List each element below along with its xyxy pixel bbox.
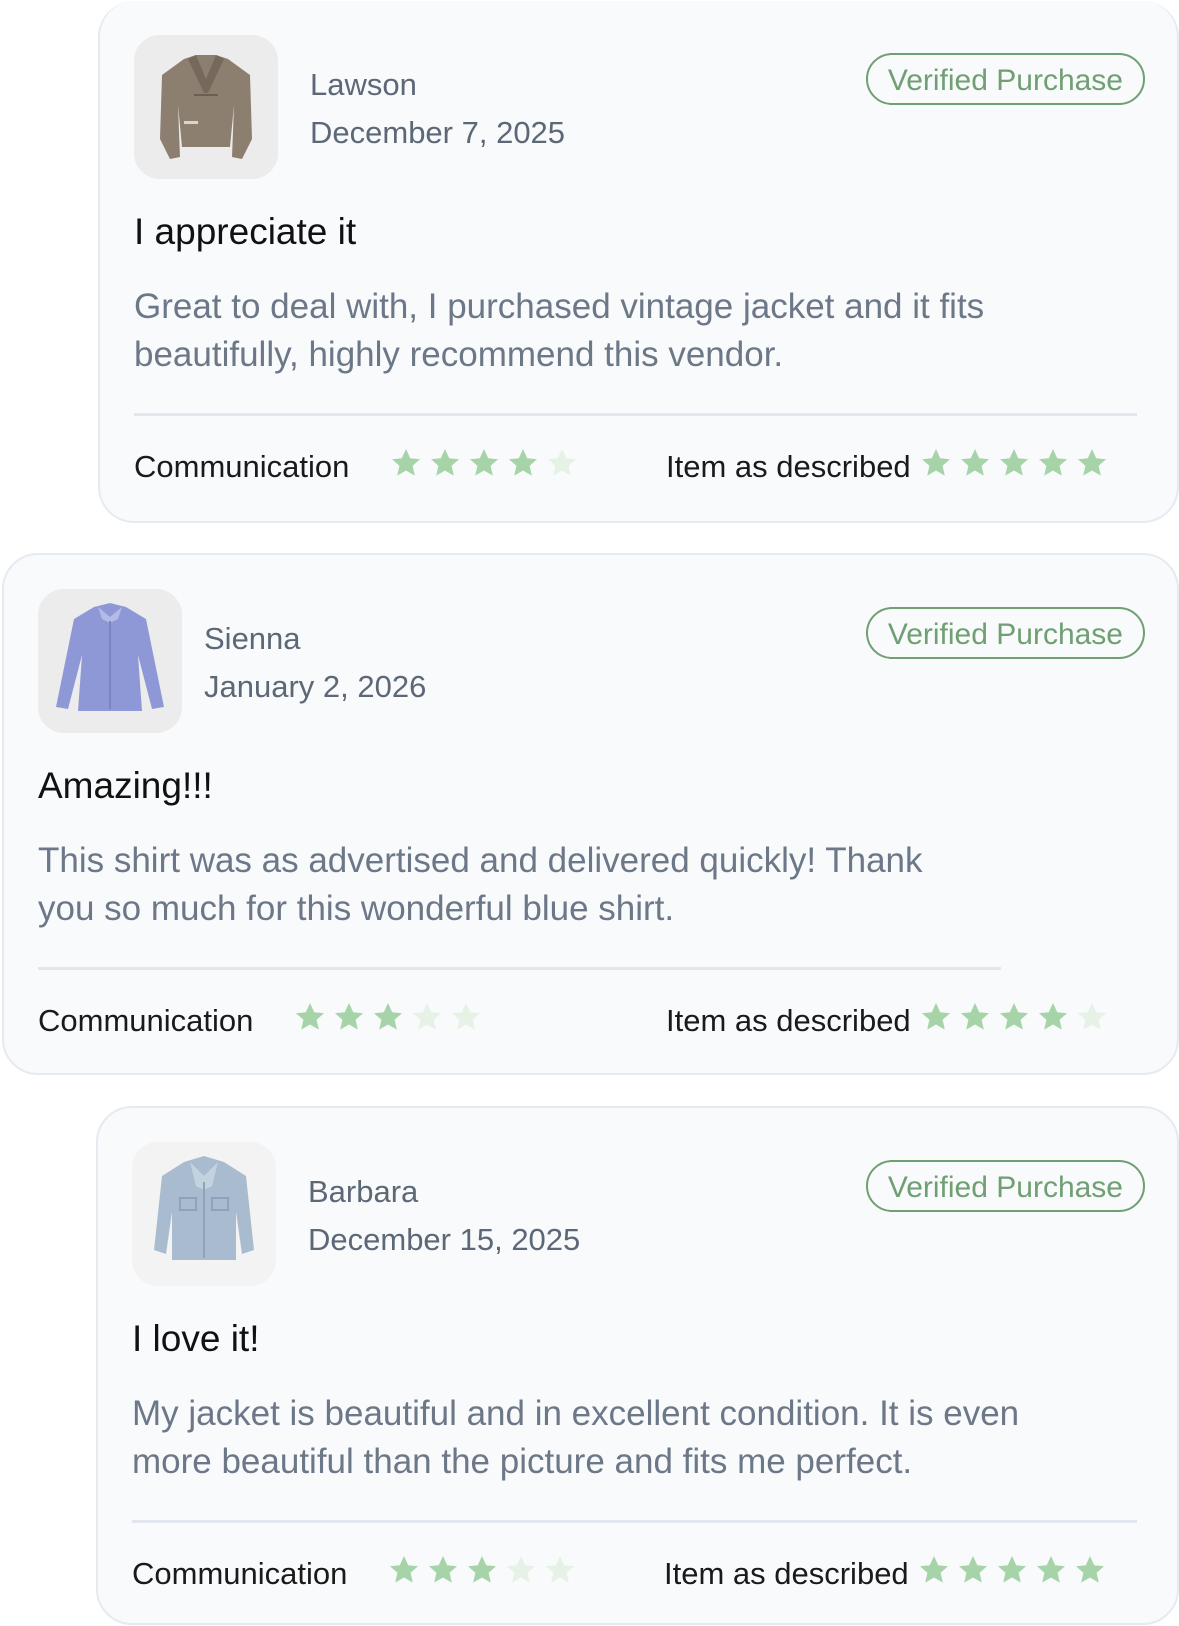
star-filled-icon [431,449,459,476]
review-title: I love it! [132,1318,260,1359]
rating-stars-item-as-described [918,1554,1106,1586]
star-filled-icon [1076,1556,1104,1583]
divider [132,1520,1137,1523]
divider [38,967,1001,970]
review-date: December 7, 2025 [310,115,566,150]
review-date: January 2, 2026 [204,669,427,704]
rating-stars-item-as-described [920,447,1108,479]
rating-label-communication: Communication [134,449,350,484]
review-body: This shirt was as advertised and deliver… [38,841,923,928]
reviewer-name: Lawson [310,67,417,102]
star-filled-icon [1000,449,1028,476]
reviewer-name: Barbara [308,1174,419,1209]
rating-label-item-as-described: Item as described [666,1003,911,1038]
star-filled-icon [961,449,989,476]
star-empty-icon [1078,1003,1106,1030]
product-thumbnail-tan-jacket[interactable] [134,35,278,179]
review-card: Barbara December 15, 2025 Verified Purch… [96,1106,1179,1625]
product-thumbnail-denim-jacket[interactable] [132,1142,276,1286]
rating-stars-communication [294,1001,482,1033]
verified-purchase-badge: Verified Purchase [865,1160,1145,1212]
star-empty-icon [452,1003,480,1030]
star-filled-icon [468,1556,496,1583]
product-thumbnail-blue-shirt[interactable] [38,589,182,733]
star-filled-icon [959,1556,987,1583]
star-filled-icon [922,1003,950,1030]
verified-purchase-badge: Verified Purchase [865,607,1145,659]
divider [134,413,1137,416]
star-filled-icon [1037,1556,1065,1583]
star-empty-icon [546,1556,574,1583]
star-filled-icon [470,449,498,476]
star-filled-icon [1078,449,1106,476]
star-filled-icon [1000,1003,1028,1030]
star-filled-icon [296,1003,324,1030]
star-filled-icon [429,1556,457,1583]
star-filled-icon [392,449,420,476]
review-date: December 15, 2025 [308,1222,581,1257]
star-filled-icon [390,1556,418,1583]
star-filled-icon [509,449,537,476]
star-filled-icon [998,1556,1026,1583]
rating-stars-item-as-described [920,1001,1108,1033]
rating-stars-communication [390,447,578,479]
rating-label-item-as-described: Item as described [664,1556,909,1591]
reviewer-name: Sienna [204,621,301,656]
star-filled-icon [920,1556,948,1583]
star-empty-icon [413,1003,441,1030]
rating-label-communication: Communication [38,1003,254,1038]
review-title: Amazing!!! [38,765,213,806]
rating-stars-communication [388,1554,576,1586]
rating-label-communication: Communication [132,1556,348,1591]
star-filled-icon [335,1003,363,1030]
review-card: Sienna January 2, 2026 Verified Purchase… [2,553,1179,1075]
star-filled-icon [1039,449,1067,476]
review-body: My jacket is beautiful and in excellent … [132,1394,1020,1481]
review-body: Great to deal with, I purchased vintage … [134,287,985,374]
star-empty-icon [507,1556,535,1583]
rating-label-item-as-described: Item as described [666,449,911,484]
star-filled-icon [374,1003,402,1030]
star-filled-icon [1039,1003,1067,1030]
verified-purchase-badge: Verified Purchase [865,53,1145,105]
star-filled-icon [922,449,950,476]
review-title: I appreciate it [134,211,357,252]
star-empty-icon [548,449,576,476]
review-card: Lawson December 7, 2025 Verified Purchas… [98,1,1179,523]
star-filled-icon [961,1003,989,1030]
